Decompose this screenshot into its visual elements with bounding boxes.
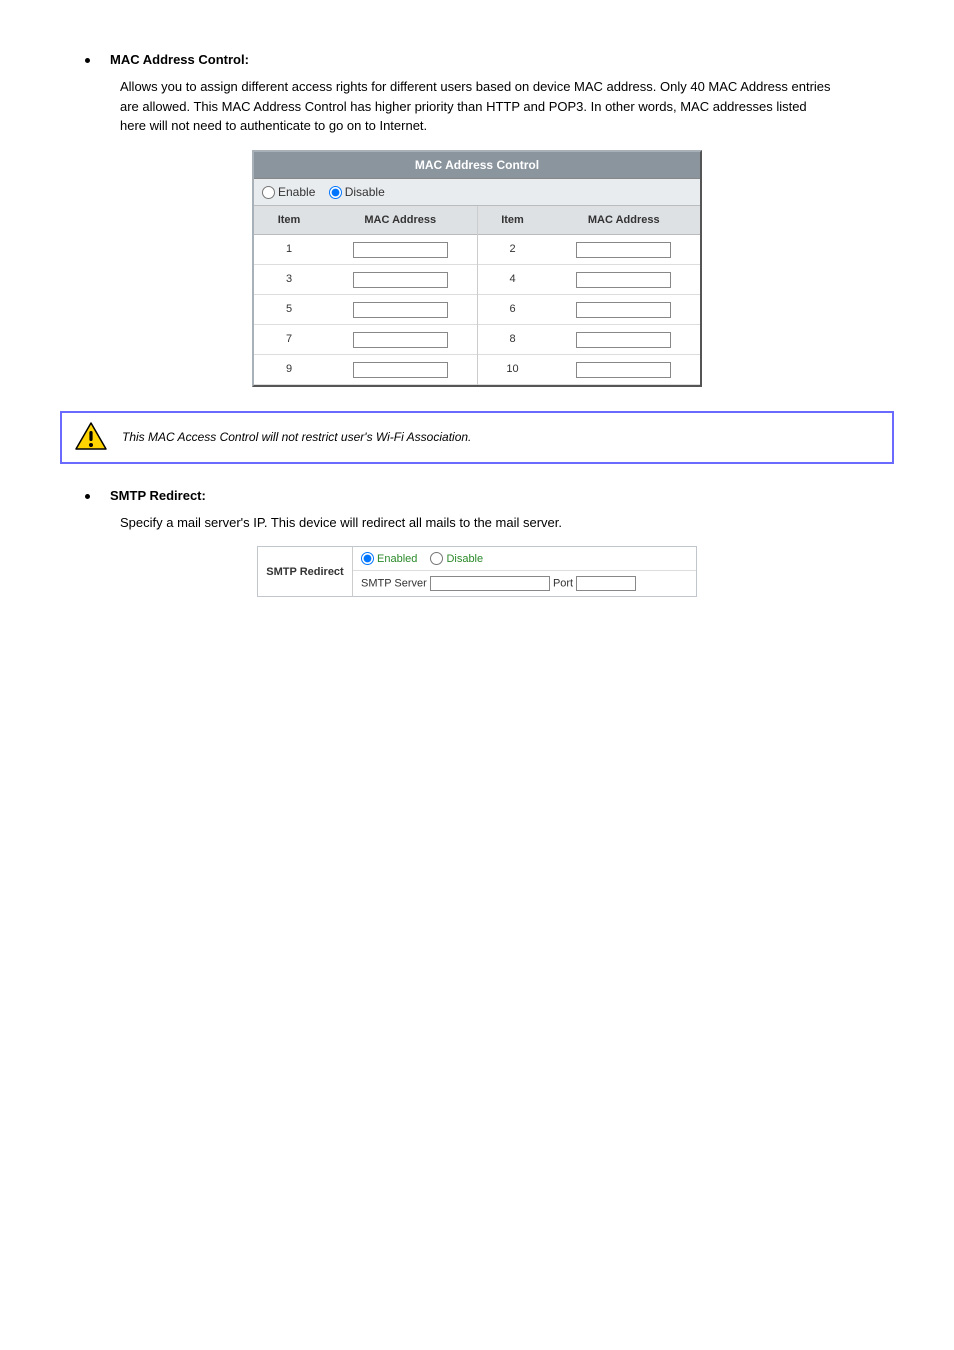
mac-item: 3 — [254, 273, 324, 285]
mac-item: 6 — [478, 303, 548, 315]
mac-item: 10 — [478, 363, 548, 375]
smtp-server-input[interactable] — [430, 576, 550, 591]
smtp-server-label: SMTP Server — [361, 578, 427, 590]
mac-item: 4 — [478, 273, 548, 285]
smtp-enabled-radio-label[interactable]: Enabled — [361, 553, 417, 565]
mac-input-1[interactable] — [353, 242, 448, 258]
mac-input-5[interactable] — [353, 302, 448, 318]
smtp-disable-radio-label[interactable]: Disable — [430, 553, 483, 565]
mac-item: 1 — [254, 243, 324, 255]
mac-panel-title: MAC Address Control — [254, 152, 700, 179]
mac-input-7[interactable] — [353, 332, 448, 348]
mac-input-9[interactable] — [353, 362, 448, 378]
mac-address-control-panel: MAC Address Control Enable Disable Item … — [252, 150, 702, 387]
mac-item: 5 — [254, 303, 324, 315]
mac-enable-row: Enable Disable — [254, 179, 700, 206]
smtp-section-desc: Specify a mail server's IP. This device … — [120, 513, 834, 533]
mac-input-8[interactable] — [576, 332, 671, 348]
warning-icon — [74, 421, 108, 454]
smtp-enabled-radio[interactable] — [361, 552, 374, 565]
mac-section-label: MAC Address Control: — [110, 52, 249, 67]
bullet-icon — [85, 58, 90, 63]
bullet-icon — [85, 494, 90, 499]
smtp-row-label: SMTP Redirect — [258, 547, 353, 596]
mac-enable-radio[interactable] — [262, 186, 275, 199]
smtp-section-label: SMTP Redirect: — [110, 488, 206, 503]
mac-col-item: Item — [254, 206, 324, 234]
mac-input-6[interactable] — [576, 302, 671, 318]
mac-disable-radio[interactable] — [329, 186, 342, 199]
mac-input-2[interactable] — [576, 242, 671, 258]
smtp-port-input[interactable] — [576, 576, 636, 591]
mac-col-mac: MAC Address — [548, 206, 701, 234]
smtp-disable-radio[interactable] — [430, 552, 443, 565]
mac-item: 8 — [478, 333, 548, 345]
mac-item: 9 — [254, 363, 324, 375]
warning-text: This MAC Access Control will not restric… — [122, 430, 471, 444]
mac-disable-radio-label[interactable]: Disable — [329, 185, 385, 199]
mac-col-mac: MAC Address — [324, 206, 477, 234]
mac-input-4[interactable] — [576, 272, 671, 288]
mac-enable-radio-label[interactable]: Enable — [262, 185, 315, 199]
warning-box: This MAC Access Control will not restric… — [60, 411, 894, 464]
mac-input-10[interactable] — [576, 362, 671, 378]
mac-col-item: Item — [478, 206, 548, 234]
smtp-redirect-panel: SMTP Redirect Enabled Disable SMTP Serve… — [257, 546, 697, 597]
mac-input-3[interactable] — [353, 272, 448, 288]
mac-section-desc: Allows you to assign different access ri… — [120, 77, 834, 136]
mac-item: 7 — [254, 333, 324, 345]
mac-item: 2 — [478, 243, 548, 255]
smtp-port-label: Port — [553, 578, 573, 590]
